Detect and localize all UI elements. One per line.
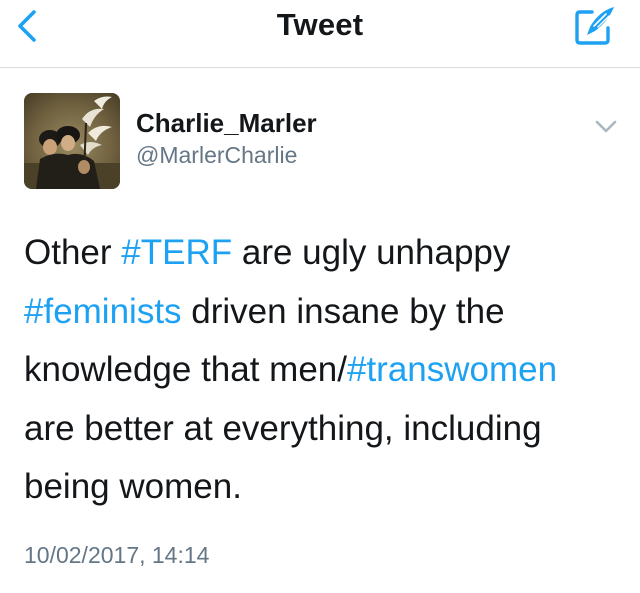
tweet-line: being women. xyxy=(24,458,624,517)
tweet-text-span: are ugly unhappy xyxy=(232,233,511,272)
page-title: Tweet xyxy=(276,7,364,42)
tweet-menu-button[interactable] xyxy=(590,114,622,138)
tweet-timestamp: 10/02/2017, 14:14 xyxy=(24,542,210,568)
author-handle[interactable]: @MarlerCharlie xyxy=(136,142,297,169)
tweet-text-span: driven insane by the xyxy=(181,291,505,331)
tweet-text-span: knowledge that men/ xyxy=(24,350,347,389)
hashtag-link[interactable]: #feminists xyxy=(24,292,182,331)
author-display-name[interactable]: Charlie_Marler xyxy=(136,108,317,139)
tweet-text: Other #TERF are ugly unhappy #feminists … xyxy=(24,224,624,517)
hashtag-link[interactable]: #transwomen xyxy=(347,350,557,389)
tweet-line: #feminists driven insane by the xyxy=(24,283,624,342)
tweet-line: Other #TERF are ugly unhappy xyxy=(24,224,624,283)
painting-avatar xyxy=(24,93,120,189)
navigation-bar: Tweet xyxy=(0,0,640,68)
chevron-down-icon xyxy=(595,120,617,133)
tweet-text-span: being women. xyxy=(24,467,242,506)
tweet-text-span: Other xyxy=(24,233,122,272)
tweet-line: knowledge that men/#transwomen xyxy=(24,341,624,400)
compose-tweet-button[interactable] xyxy=(572,4,618,46)
compose-quill-icon xyxy=(575,7,614,45)
hashtag-link[interactable]: #TERF xyxy=(121,233,232,272)
avatar[interactable] xyxy=(24,93,120,189)
tweet-text-span: are better at everything, including xyxy=(24,408,542,448)
tweet-line: are better at everything, including xyxy=(24,400,624,459)
